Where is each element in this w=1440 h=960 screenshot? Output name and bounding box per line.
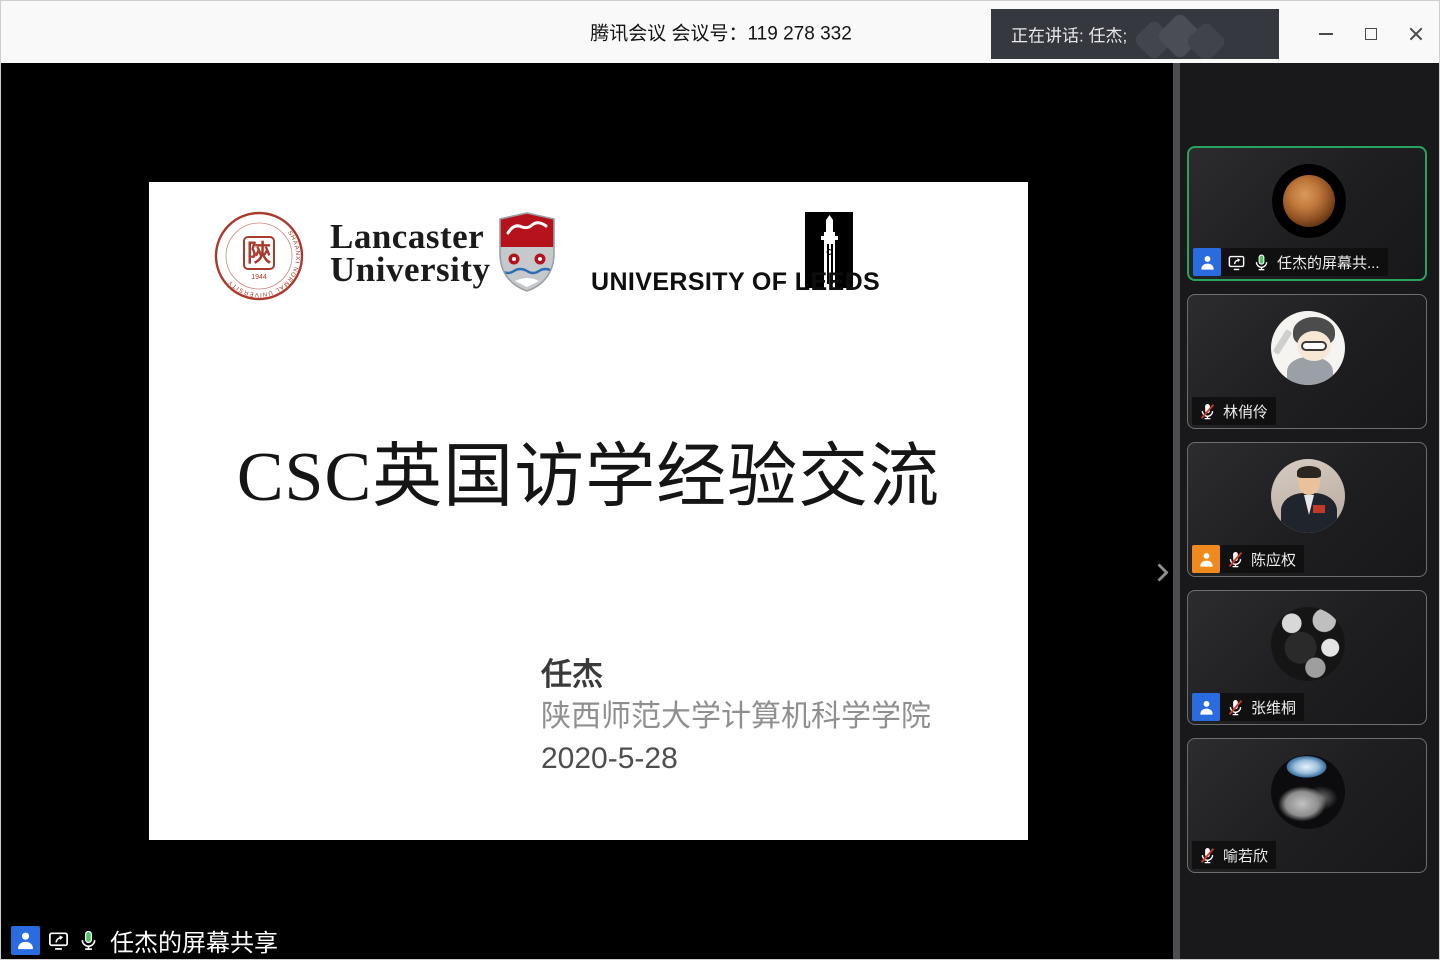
presenter-affiliation: 陕西师范大学计算机科学学院 xyxy=(541,696,931,738)
svg-text:陝: 陝 xyxy=(247,240,272,267)
close-button[interactable] xyxy=(1399,17,1433,51)
participant-name: 陈应权 xyxy=(1251,549,1296,570)
avatar-bw-artwork xyxy=(1271,607,1345,681)
share-banner-label: 任杰的屏幕共享 xyxy=(110,923,278,958)
presenter-block: 任杰 陕西师范大学计算机科学学院 2020-5-28 xyxy=(541,654,931,780)
member-badge-icon xyxy=(11,926,40,955)
participant-tile[interactable]: 林俏伶 xyxy=(1187,294,1427,429)
presenter-name: 任杰 xyxy=(541,654,931,696)
avatar-cartoon xyxy=(1271,311,1345,385)
screen-share-banner: 任杰的屏幕共享 xyxy=(11,923,278,957)
participant-tile[interactable]: 张维桐 xyxy=(1187,590,1427,725)
mic-muted-icon xyxy=(1198,402,1217,421)
presentation-slide: SHAANXI NORMAL UNIVERSITY 陝 1944 Lancast… xyxy=(149,182,1028,840)
titlebar: 腾讯会议 会议号：119 278 332 正在讲话: 任杰; xyxy=(1,1,1440,63)
screen-share-icon xyxy=(47,929,70,952)
active-speaker-indicator: 正在讲话: 任杰; xyxy=(991,9,1279,59)
participants-sidebar: 任杰的屏幕共... 林俏伶 xyxy=(1173,63,1440,960)
member-badge-icon xyxy=(1192,545,1220,573)
mic-active-icon xyxy=(1252,253,1271,272)
lancaster-university-wordmark: Lancaster University xyxy=(330,220,491,286)
close-icon xyxy=(1408,26,1424,42)
participant-name: 林俏伶 xyxy=(1223,401,1268,422)
shared-screen-stage: SHAANXI NORMAL UNIVERSITY 陝 1944 Lancast… xyxy=(1,63,1173,960)
participant-name: 喻若欣 xyxy=(1223,845,1268,866)
lancaster-university-crest-logo xyxy=(496,211,558,293)
meeting-title: 腾讯会议 会议号：119 278 332 xyxy=(590,19,852,46)
participant-tile[interactable]: 喻若欣 xyxy=(1187,738,1427,873)
participant-tile[interactable]: 陈应权 xyxy=(1187,442,1427,577)
member-badge-icon xyxy=(1192,693,1220,721)
maximize-icon xyxy=(1365,28,1377,40)
speaking-now-label: 正在讲话: 任杰; xyxy=(1011,22,1127,47)
avatar-astronaut-photo xyxy=(1271,755,1345,829)
mic-muted-icon xyxy=(1198,846,1217,865)
participant-name: 张维桐 xyxy=(1251,697,1296,718)
participant-name: 任杰的屏幕共... xyxy=(1277,252,1380,273)
minimize-button[interactable] xyxy=(1309,17,1343,51)
mic-muted-icon xyxy=(1226,698,1245,717)
presentation-date: 2020-5-28 xyxy=(541,738,931,780)
avatar-portrait-photo xyxy=(1271,459,1345,533)
svg-text:1944: 1944 xyxy=(251,274,267,281)
participant-tile-screen-share[interactable]: 任杰的屏幕共... xyxy=(1187,146,1427,281)
shaanxi-normal-university-seal-logo: SHAANXI NORMAL UNIVERSITY 陝 1944 xyxy=(213,209,305,303)
minimize-icon xyxy=(1319,33,1333,35)
mic-muted-icon xyxy=(1226,550,1245,569)
tencent-meeting-window: 腾讯会议 会议号：119 278 332 正在讲话: 任杰; SHAANXI N… xyxy=(0,0,1440,960)
avatar-mars xyxy=(1272,164,1346,238)
sidebar-resize-grip[interactable] xyxy=(1173,63,1180,960)
university-of-leeds-wordmark: UNIVERSITY OF LEEDS xyxy=(591,268,857,297)
maximize-button[interactable] xyxy=(1354,17,1388,51)
slide-title: CSC英国访学经验交流 xyxy=(149,420,1028,521)
screen-share-icon xyxy=(1227,253,1246,272)
mic-active-icon xyxy=(77,929,100,952)
member-badge-icon xyxy=(1193,248,1221,276)
